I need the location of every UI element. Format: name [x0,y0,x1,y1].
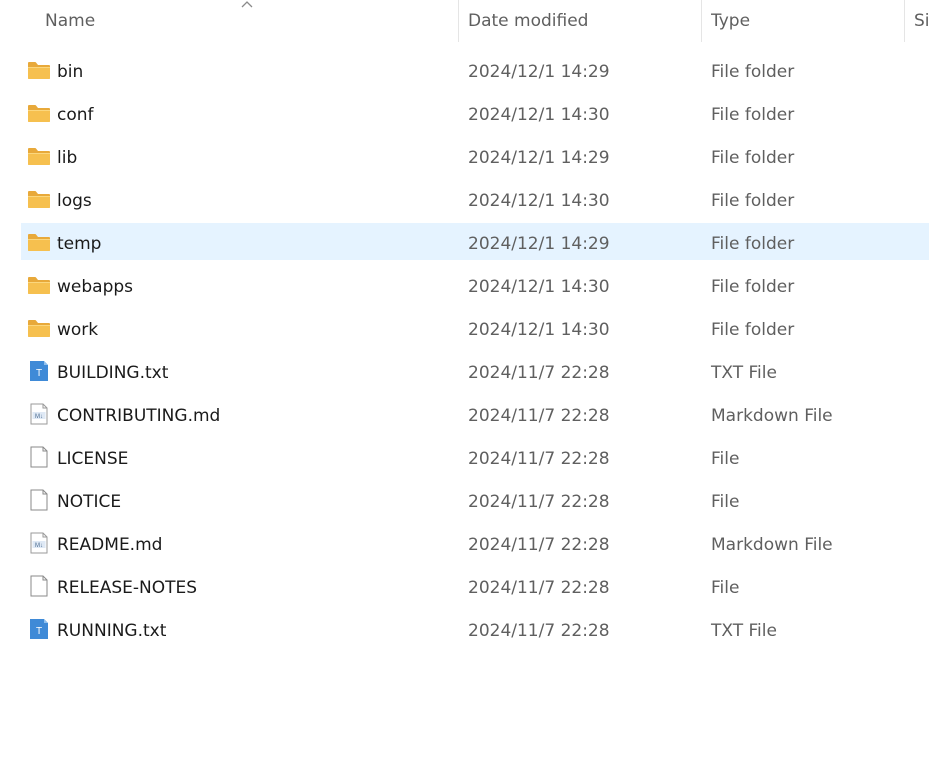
blank-file-icon [27,489,51,511]
file-date-modified: 2024/12/1 14:29 [468,148,610,168]
file-row[interactable]: T RUNNING.txt 2024/11/7 22:28 TXT File [21,610,929,647]
column-divider[interactable] [904,0,905,42]
folder-icon [27,274,51,296]
file-type: File folder [711,234,795,254]
file-date-modified: 2024/12/1 14:30 [468,277,610,297]
file-name: README.md [57,535,163,555]
file-row[interactable]: logs 2024/12/1 14:30 File folder [21,180,929,217]
folder-icon [27,231,51,253]
file-row[interactable]: LICENSE 2024/11/7 22:28 File [21,438,929,475]
file-name: temp [57,234,102,254]
folder-icon [27,102,51,124]
folder-icon [27,145,51,167]
file-type: File [711,492,740,512]
column-header-name[interactable]: Name [45,0,455,42]
file-date-modified: 2024/11/7 22:28 [468,578,610,598]
file-date-modified: 2024/11/7 22:28 [468,492,610,512]
file-date-modified: 2024/12/1 14:29 [468,234,610,254]
folder-icon [27,59,51,81]
file-date-modified: 2024/12/1 14:30 [468,105,610,125]
file-row[interactable]: T BUILDING.txt 2024/11/7 22:28 TXT File [21,352,929,389]
file-name: RUNNING.txt [57,621,167,641]
file-name: NOTICE [57,492,122,512]
file-row[interactable]: lib 2024/12/1 14:29 File folder [21,137,929,174]
file-name: conf [57,105,94,125]
file-name: logs [57,191,92,211]
svg-text:M↓: M↓ [35,414,43,420]
file-name: lib [57,148,78,168]
svg-text:T: T [36,368,42,379]
file-date-modified: 2024/12/1 14:29 [468,62,610,82]
file-name: LICENSE [57,449,129,469]
blank-file-icon [27,446,51,468]
file-type: File [711,578,740,598]
blank-file-icon [27,575,51,597]
file-type: File [711,449,740,469]
markdown-file-icon: M↓ [27,403,51,425]
file-date-modified: 2024/12/1 14:30 [468,320,610,340]
file-date-modified: 2024/11/7 22:28 [468,535,610,555]
file-row[interactable]: M↓ README.md 2024/11/7 22:28 Markdown File [21,524,929,561]
svg-text:T: T [36,626,42,637]
column-header-size[interactable]: Si [914,0,929,42]
column-header: Name Date modified Type Si [0,0,929,42]
file-type: TXT File [711,621,777,641]
file-type: Markdown File [711,406,833,426]
file-name: work [57,320,99,340]
file-type: File folder [711,62,795,82]
file-row[interactable]: bin 2024/12/1 14:29 File folder [21,51,929,88]
file-name: CONTRIBUTING.md [57,406,221,426]
svg-text:M↓: M↓ [35,543,43,549]
file-row[interactable]: webapps 2024/12/1 14:30 File folder [21,266,929,303]
file-name: bin [57,62,84,82]
file-type: File folder [711,320,795,340]
file-type: File folder [711,105,795,125]
file-row[interactable]: M↓ CONTRIBUTING.md 2024/11/7 22:28 Markdown… [21,395,929,432]
file-type: File folder [711,148,795,168]
markdown-file-icon: M↓ [27,532,51,554]
file-row[interactable]: NOTICE 2024/11/7 22:28 File [21,481,929,518]
file-row[interactable]: work 2024/12/1 14:30 File folder [21,309,929,346]
text-file-icon: T [27,360,51,382]
file-date-modified: 2024/12/1 14:30 [468,191,610,211]
file-date-modified: 2024/11/7 22:28 [468,449,610,469]
text-file-icon: T [27,618,51,640]
file-row[interactable]: RELEASE-NOTES 2024/11/7 22:28 File [21,567,929,604]
column-header-date-modified[interactable]: Date modified [468,0,698,42]
file-row[interactable]: conf 2024/12/1 14:30 File folder [21,94,929,131]
file-date-modified: 2024/11/7 22:28 [468,363,610,383]
file-row[interactable]: temp 2024/12/1 14:29 File folder [21,223,929,260]
folder-icon [27,317,51,339]
column-divider[interactable] [701,0,702,42]
file-type: File folder [711,191,795,211]
column-header-type[interactable]: Type [711,0,901,42]
file-name: RELEASE-NOTES [57,578,198,598]
file-type: Markdown File [711,535,833,555]
file-date-modified: 2024/11/7 22:28 [468,406,610,426]
file-explorer: Name Date modified Type Si bin 2024/12/1 … [0,0,929,763]
file-type: TXT File [711,363,777,383]
file-name: webapps [57,277,134,297]
file-type: File folder [711,277,795,297]
file-date-modified: 2024/11/7 22:28 [468,621,610,641]
folder-icon [27,188,51,210]
file-name: BUILDING.txt [57,363,169,383]
column-divider[interactable] [458,0,459,42]
